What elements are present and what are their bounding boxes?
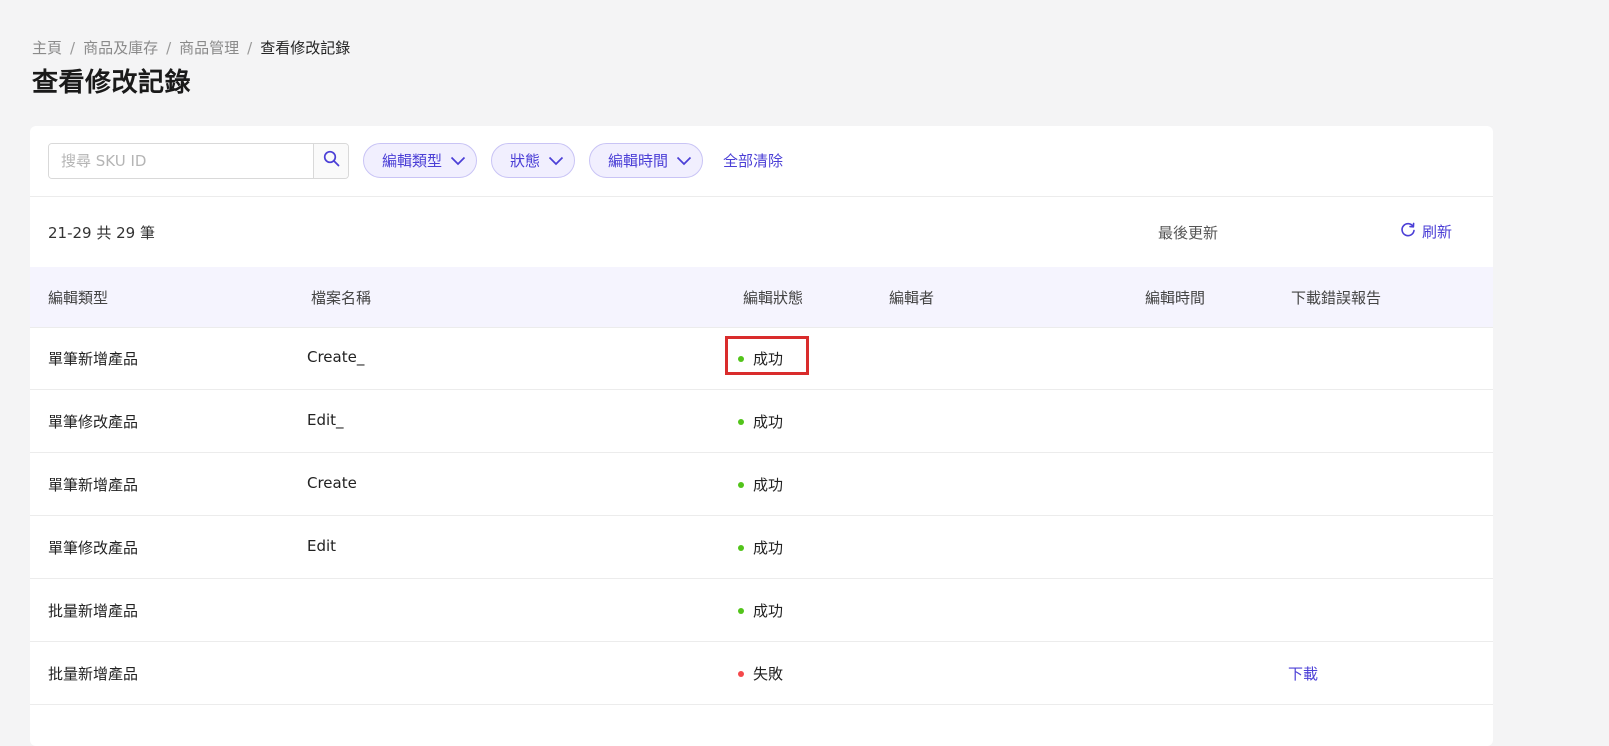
column-header-edit-type: 編輯類型 [48, 289, 109, 307]
success-status-dot-icon [738, 607, 744, 614]
last-updated-label: 最後更新 [1158, 224, 1219, 242]
breadcrumb: 主頁 / 商品及庫存 / 商品管理 / 查看修改記錄 [32, 37, 350, 58]
table-row: 單筆修改產品 Edit_ 成功 [30, 390, 1493, 453]
table-row: 批量新增產品 失敗 下載 [30, 642, 1493, 705]
edit-log-card: 編輯類型 狀態 編輯時間 全部清除 21-29 共 29 筆 最後更新 [30, 126, 1493, 746]
breadcrumb-product-management[interactable]: 商品管理 [179, 37, 239, 58]
file-name-cell: Create_ [307, 348, 365, 366]
status-cell: 成功 [738, 537, 783, 558]
breadcrumb-separator: / [70, 38, 76, 57]
success-status-dot-icon [738, 481, 744, 488]
table-row: 批量新增產品 成功 [30, 579, 1493, 642]
status-text: 失敗 [753, 665, 784, 683]
status-cell: 成功 [738, 348, 783, 369]
table-row: 單筆修改產品 Edit 成功 [30, 516, 1493, 579]
column-header-editor: 編輯者 [889, 289, 935, 307]
chevron-down-icon [676, 156, 692, 166]
status-text: 成功 [753, 413, 784, 431]
file-name-cell: Edit [307, 537, 337, 555]
table-row: 單筆新增產品 Create_ 成功 [30, 327, 1493, 390]
edit-type-cell: 批量新增產品 [48, 665, 139, 683]
status-filter-label: 狀態 [510, 152, 541, 170]
status-cell: 成功 [738, 474, 783, 495]
refresh-button[interactable]: 刷新 [1400, 221, 1452, 242]
edit-type-cell: 批量新增產品 [48, 602, 139, 620]
search-button[interactable] [313, 143, 348, 178]
success-status-dot-icon [738, 544, 744, 551]
column-header-edit-time: 編輯時間 [1145, 289, 1206, 307]
status-cell: 失敗 [738, 663, 783, 684]
breadcrumb-products-inventory[interactable]: 商品及庫存 [83, 37, 158, 58]
chevron-down-icon [450, 156, 466, 166]
failure-status-dot-icon [738, 670, 744, 677]
edit-time-filter[interactable]: 編輯時間 [589, 143, 704, 178]
edit-type-cell: 單筆新增產品 [48, 476, 139, 494]
file-name-cell: Edit_ [307, 411, 344, 429]
record-count: 21-29 共 29 筆 [48, 224, 155, 242]
page-title: 查看修改記錄 [32, 68, 192, 98]
search-box [48, 142, 349, 179]
status-cell: 成功 [738, 600, 783, 621]
edit-type-filter-label: 編輯類型 [382, 152, 443, 170]
refresh-icon [1400, 222, 1422, 242]
breadcrumb-home[interactable]: 主頁 [32, 37, 62, 58]
refresh-label: 刷新 [1422, 223, 1453, 241]
edit-time-filter-label: 編輯時間 [608, 152, 669, 170]
table-row: 單筆新增產品 Create 成功 [30, 453, 1493, 516]
success-status-dot-icon [738, 355, 744, 362]
filter-bar: 編輯類型 狀態 編輯時間 全部清除 [48, 142, 783, 179]
search-input[interactable] [49, 143, 313, 178]
column-header-file-name: 檔案名稱 [311, 289, 372, 307]
divider [30, 196, 1493, 197]
table-header: 編輯類型 檔案名稱 編輯狀態 編輯者 編輯時間 下載錯誤報告 [30, 267, 1493, 328]
column-header-edit-status: 編輯狀態 [743, 289, 804, 307]
status-text: 成功 [753, 602, 784, 620]
edit-type-filter[interactable]: 編輯類型 [363, 143, 478, 178]
search-icon [323, 150, 340, 171]
breadcrumb-separator: / [247, 38, 253, 57]
clear-all-filters-link[interactable]: 全部清除 [723, 150, 783, 171]
breadcrumb-current: 查看修改記錄 [260, 39, 351, 57]
column-header-download-report: 下載錯誤報告 [1291, 289, 1382, 307]
edit-type-cell: 單筆修改產品 [48, 539, 139, 557]
download-error-report-link[interactable]: 下載 [1288, 663, 1318, 684]
breadcrumb-separator: / [166, 38, 172, 57]
status-cell: 成功 [738, 411, 783, 432]
edit-type-cell: 單筆修改產品 [48, 413, 139, 431]
file-name-cell: Create [307, 474, 357, 492]
edit-type-cell: 單筆新增產品 [48, 350, 139, 368]
status-filter[interactable]: 狀態 [491, 143, 576, 178]
status-text: 成功 [753, 350, 784, 368]
status-text: 成功 [753, 476, 784, 494]
status-text: 成功 [753, 539, 784, 557]
success-status-dot-icon [738, 418, 744, 425]
chevron-down-icon [548, 156, 564, 166]
